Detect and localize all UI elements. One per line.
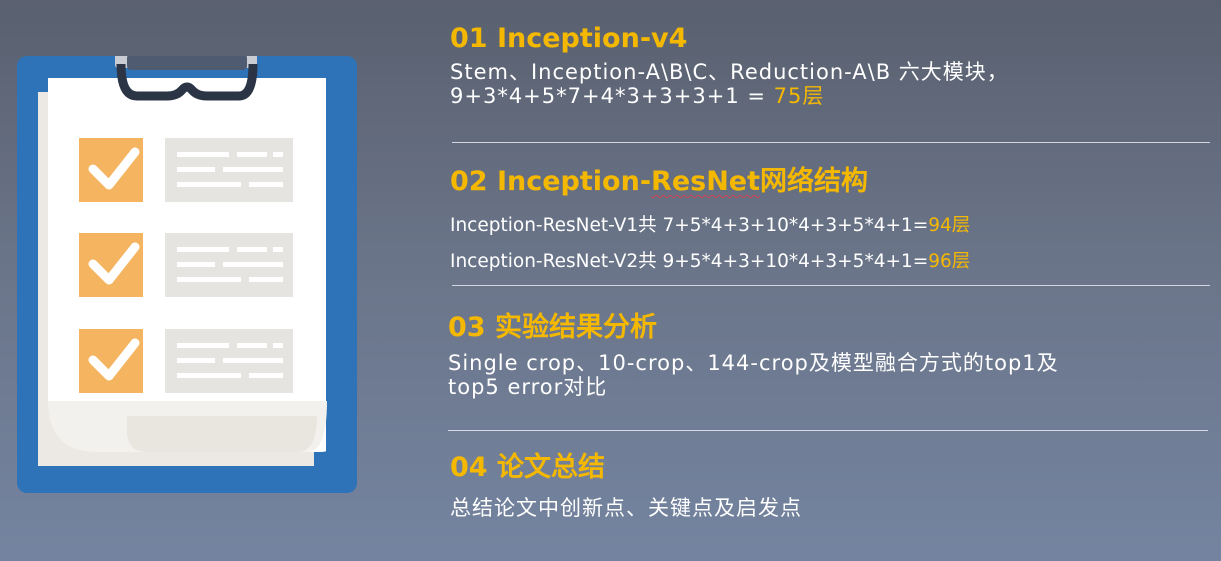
- divider-3: [448, 430, 1208, 431]
- section-04-heading: 04 论文总结: [450, 452, 605, 483]
- checklist-item-3: [79, 329, 293, 393]
- section-01-result: 75层: [773, 84, 825, 108]
- section-02-heading-part-3: 网络结构: [760, 166, 869, 197]
- section-02-row-1-formula: Inception-ResNet-V1共 7+5*4+3+10*4+3+5*4+…: [450, 215, 929, 236]
- divider-2: [452, 285, 1210, 286]
- checklist-item-2: [79, 233, 293, 297]
- section-04-line-1: 总结论文中创新点、关键点及启发点: [450, 496, 802, 520]
- section-01-heading: 01 Inception-v4: [450, 23, 688, 54]
- section-02-row-1: Inception-ResNet-V1共 7+5*4+3+10*4+3+5*4+…: [450, 214, 970, 238]
- section-02-row-2: Inception-ResNet-V2共 9+5*4+3+10*4+3+5*4+…: [450, 250, 970, 274]
- section-01-line-1: Stem、Inception-A\B\C、Reduction-A\B 六大模块，: [450, 60, 1009, 84]
- clip-bar: [127, 56, 247, 70]
- section-01-line-2: 9+3*4+5*7+4*3+3+3+1 = 75层: [450, 84, 1009, 108]
- section-03-line-1: Single crop、10-crop、144-crop及模型融合方式的top1…: [448, 351, 1059, 375]
- section-02-row-1-result: 94层: [928, 215, 971, 236]
- section-03-heading: 03 实验结果分析: [448, 312, 657, 343]
- paper-curl-shade: [127, 416, 317, 452]
- section-03-line-2: top5 error对比: [448, 375, 608, 399]
- section-01: 01 Inception-v4 Stem、Inception-A\B\C、Red…: [450, 23, 1009, 108]
- section-02-heading-part-2: ResNet: [651, 166, 761, 197]
- section-04: 04 论文总结 总结论文中创新点、关键点及启发点: [450, 452, 802, 520]
- checkbox: [79, 138, 143, 202]
- checkbox: [79, 329, 143, 393]
- section-03: 03 实验结果分析 Single crop、10-crop、144-crop及模…: [448, 312, 1059, 399]
- checkbox: [79, 233, 143, 297]
- section-02-row-2-result: 96层: [928, 251, 971, 272]
- section-02-heading-part-1: 02 Inception-: [450, 166, 652, 197]
- clipboard-checklist-icon: [17, 56, 357, 493]
- divider-1: [452, 142, 1210, 143]
- section-01-formula: 9+3*4+5*7+4*3+3+3+1 =: [450, 84, 774, 108]
- section-02-heading: 02 Inception-ResNet网络结构: [450, 166, 970, 198]
- section-02: 02 Inception-ResNet网络结构 Inception-ResNet…: [450, 166, 970, 274]
- checklist-item-1: [79, 138, 293, 202]
- section-02-row-2-formula: Inception-ResNet-V2共 9+5*4+3+10*4+3+5*4+…: [450, 251, 929, 272]
